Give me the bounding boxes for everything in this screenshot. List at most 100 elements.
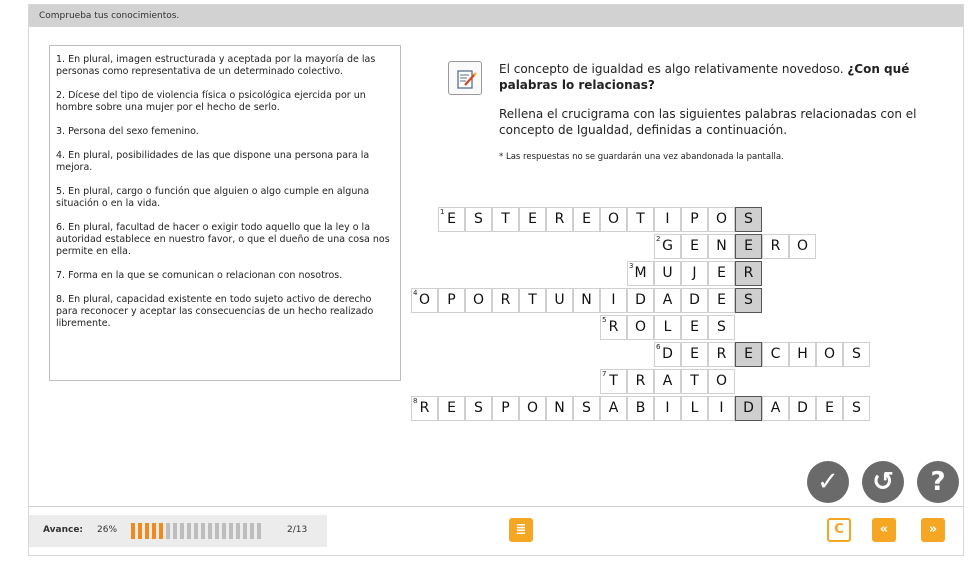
- crossword-cell[interactable]: O: [600, 207, 627, 232]
- clue-3: 3. Persona del sexo femenino.: [56, 126, 199, 137]
- crossword-cell[interactable]: R: [546, 207, 573, 232]
- crossword-cell[interactable]: O: [465, 288, 492, 313]
- crossword-cell[interactable]: 6D: [654, 342, 681, 367]
- crossword-cell[interactable]: L: [681, 396, 708, 421]
- crossword-cell[interactable]: S: [735, 207, 762, 232]
- crossword-cell[interactable]: O: [816, 342, 843, 367]
- crossword-cell[interactable]: P: [438, 288, 465, 313]
- index-menu-button[interactable]: ≣: [509, 518, 533, 542]
- help-button[interactable]: ?: [917, 461, 959, 503]
- crossword-cell[interactable]: A: [654, 369, 681, 394]
- crossword-cell[interactable]: I: [654, 396, 681, 421]
- cell-letter: E: [690, 319, 699, 335]
- crossword-cell[interactable]: J: [681, 261, 708, 286]
- cell-letter: E: [690, 346, 699, 362]
- crossword-cell[interactable]: B: [627, 396, 654, 421]
- crossword-cell[interactable]: N: [573, 288, 600, 313]
- crossword-cell[interactable]: U: [654, 261, 681, 286]
- reset-button[interactable]: ↺: [862, 461, 904, 503]
- crossword-cell[interactable]: U: [546, 288, 573, 313]
- crossword-cell[interactable]: A: [600, 396, 627, 421]
- cell-letter: H: [797, 346, 808, 362]
- crossword-cell[interactable]: P: [492, 396, 519, 421]
- crossword-cell[interactable]: H: [789, 342, 816, 367]
- crossword-cell[interactable]: C: [762, 342, 789, 367]
- crossword-cell[interactable]: 4O: [411, 288, 438, 313]
- crossword-cell[interactable]: T: [492, 207, 519, 232]
- cell-letter: R: [770, 238, 781, 254]
- crossword-cell[interactable]: 1E: [438, 207, 465, 232]
- crossword-cell[interactable]: S: [843, 342, 870, 367]
- previous-button[interactable]: «: [872, 518, 896, 542]
- crossword-cell[interactable]: E: [708, 261, 735, 286]
- crossword-cell[interactable]: D: [627, 288, 654, 313]
- progress-percent: 26%: [97, 525, 118, 535]
- crossword-cell[interactable]: E: [573, 207, 600, 232]
- clue-number: 4: [413, 289, 418, 297]
- crossword-cell[interactable]: A: [654, 288, 681, 313]
- crossword-cell[interactable]: E: [681, 342, 708, 367]
- cell-letter: A: [662, 373, 673, 389]
- crossword-cell[interactable]: T: [681, 369, 708, 394]
- crossword-cell[interactable]: O: [708, 369, 735, 394]
- progress-segment: [187, 523, 191, 539]
- cell-letter: E: [717, 292, 726, 308]
- crossword-cell[interactable]: R: [627, 369, 654, 394]
- crossword-cell[interactable]: S: [843, 396, 870, 421]
- crossword-cell[interactable]: O: [708, 207, 735, 232]
- crossword-cell[interactable]: O: [519, 396, 546, 421]
- crossword-cell[interactable]: E: [438, 396, 465, 421]
- crossword-cell[interactable]: T: [519, 288, 546, 313]
- crossword-cell[interactable]: S: [573, 396, 600, 421]
- next-button[interactable]: »: [921, 518, 945, 542]
- crossword-cell[interactable]: R: [762, 234, 789, 259]
- crossword-cell[interactable]: 3M: [627, 261, 654, 286]
- cell-letter: R: [635, 373, 646, 389]
- crossword-cell[interactable]: A: [762, 396, 789, 421]
- cell-letter: A: [770, 400, 781, 416]
- clue-6: 6. En plural, facultad de hacer o exigir…: [56, 222, 390, 257]
- crossword-cell[interactable]: O: [627, 315, 654, 340]
- cell-letter: D: [635, 292, 646, 308]
- cell-letter: A: [608, 400, 619, 416]
- crossword-cell[interactable]: 8R: [411, 396, 438, 421]
- crossword-cell[interactable]: D: [789, 396, 816, 421]
- crossword-cell[interactable]: 2G: [654, 234, 681, 259]
- cell-letter: I: [719, 400, 724, 416]
- crossword-cell[interactable]: R: [492, 288, 519, 313]
- cell-letter: D: [662, 346, 673, 362]
- crossword-cell[interactable]: E: [681, 315, 708, 340]
- crossword-cell[interactable]: S: [708, 315, 735, 340]
- cell-letter: S: [744, 211, 753, 227]
- crossword-cell[interactable]: 5R: [600, 315, 627, 340]
- cell-letter: C: [770, 346, 781, 362]
- crossword-cell[interactable]: R: [735, 261, 762, 286]
- crossword-cell[interactable]: I: [708, 396, 735, 421]
- crossword-cell[interactable]: E: [519, 207, 546, 232]
- crossword-cell[interactable]: E: [735, 234, 762, 259]
- crossword-cell[interactable]: N: [708, 234, 735, 259]
- check-button[interactable]: ✓: [807, 461, 849, 503]
- crossword-cell[interactable]: E: [735, 342, 762, 367]
- crossword-cell[interactable]: O: [789, 234, 816, 259]
- progress-segment: [250, 523, 254, 539]
- crossword-cell[interactable]: E: [816, 396, 843, 421]
- crossword-cell[interactable]: N: [546, 396, 573, 421]
- crossword-cell[interactable]: 7T: [600, 369, 627, 394]
- crossword-cell[interactable]: P: [681, 207, 708, 232]
- crossword-cell[interactable]: T: [627, 207, 654, 232]
- cell-letter: R: [608, 319, 619, 335]
- crossword-cell[interactable]: R: [708, 342, 735, 367]
- crossword-cell[interactable]: D: [735, 396, 762, 421]
- crossword-cell[interactable]: S: [465, 396, 492, 421]
- crossword-cell[interactable]: S: [465, 207, 492, 232]
- cell-letter: T: [636, 211, 645, 227]
- crossword-cell[interactable]: D: [681, 288, 708, 313]
- save-note: * Las respuestas no se guardarán una vez…: [499, 152, 784, 162]
- crossword-cell[interactable]: E: [708, 288, 735, 313]
- crossword-cell[interactable]: S: [735, 288, 762, 313]
- crossword-cell[interactable]: E: [681, 234, 708, 259]
- progress-segment: [173, 523, 177, 539]
- reload-button[interactable]: C: [827, 518, 851, 542]
- clue-number: 6: [656, 343, 661, 351]
